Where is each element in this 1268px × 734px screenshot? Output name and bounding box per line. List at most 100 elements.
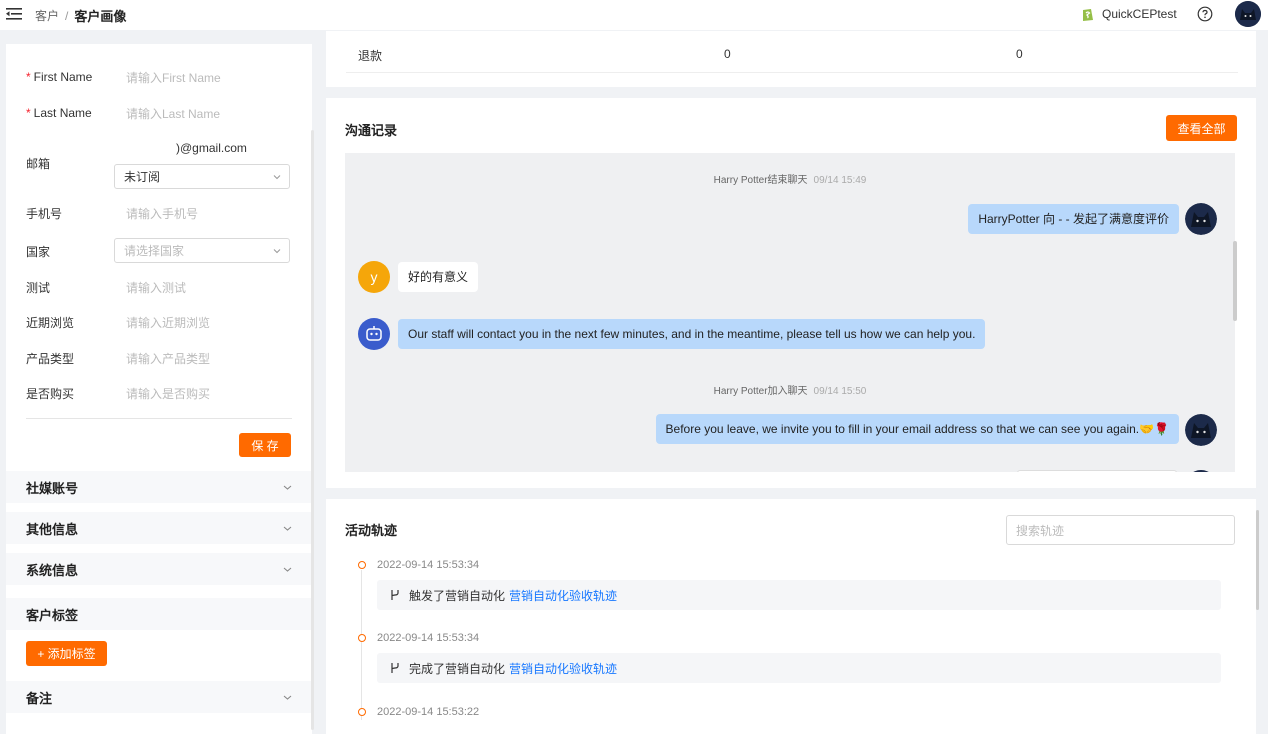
chat-title: 沟通记录 <box>345 123 398 138</box>
menu-fold-icon[interactable] <box>6 7 22 21</box>
user-avatar[interactable] <box>1235 1 1261 27</box>
shop-switcher[interactable]: QuickCEPtest <box>1080 6 1177 22</box>
email-label: 邮箱 <box>26 156 51 171</box>
help-icon[interactable] <box>1197 6 1213 22</box>
recent-browse-row: 近期浏览 请输入近期浏览 <box>26 310 296 334</box>
branch-icon <box>391 590 399 600</box>
agent-avatar <box>1185 470 1217 472</box>
bot-message: Our staff will contact you in the next f… <box>398 319 986 349</box>
last-name-label: Last Name <box>33 106 92 120</box>
activity-action: 触发了营销自动化 <box>409 588 506 603</box>
first-name-input[interactable]: 请输入First Name <box>126 69 296 86</box>
country-placeholder: 请选择国家 <box>124 244 185 258</box>
section-notes[interactable]: 备注 <box>6 681 312 713</box>
activity-action: 完成了营销自动化 <box>409 661 506 676</box>
subscription-select[interactable]: 未订阅 <box>114 164 290 189</box>
agent-avatar <box>1185 203 1217 235</box>
last-name-row: * Last Name 请输入Last Name <box>26 101 296 125</box>
timeline-line <box>361 570 362 720</box>
agent-message: Before you leave, we invite you to fill … <box>655 414 1179 444</box>
recent-browse-input[interactable]: 请输入近期浏览 <box>126 314 296 331</box>
product-type-row: 产品类型 请输入产品类型 <box>26 346 296 370</box>
top-bar: 客户 / 客户画像 QuickCEPtest <box>0 0 1268 30</box>
cat-avatar-icon <box>1185 414 1217 446</box>
bot-avatar <box>358 318 390 350</box>
phone-label: 手机号 <box>26 206 63 221</box>
system-message: Harry Potter加入聊天 09/14 15:50 <box>713 386 867 397</box>
section-social-accounts[interactable]: 社媒账号 <box>6 471 312 503</box>
breadcrumb-separator: / <box>65 8 69 23</box>
purchased-label: 是否购买 <box>26 386 75 401</box>
timeline-dot <box>358 561 366 569</box>
email-value[interactable]: )@gmail.com <box>176 141 247 155</box>
timeline-dot <box>358 708 366 716</box>
section-social-label: 社媒账号 <box>26 480 79 496</box>
chevron-down-icon <box>283 695 292 700</box>
activity-time: 2022-09-14 15:53:34 <box>377 559 480 571</box>
activity-item: 触发了营销自动化 营销自动化验收轨迹 <box>377 580 1221 610</box>
chat-history[interactable]: Harry Potter结束聊天 09/14 15:49 HarryPotter … <box>345 153 1235 472</box>
partial-message <box>1017 470 1177 472</box>
subscription-value: 未订阅 <box>124 170 161 184</box>
agent-avatar <box>1185 414 1217 446</box>
activity-search-input[interactable]: 搜索轨迹 <box>1006 515 1235 545</box>
page-title: 客户画像 <box>74 9 127 24</box>
robot-icon <box>366 326 382 341</box>
save-button[interactable]: 保 存 <box>239 433 291 457</box>
purchased-input[interactable]: 请输入是否购买 <box>126 385 296 402</box>
activity-link[interactable]: 营销自动化验收轨迹 <box>509 660 617 677</box>
view-all-button[interactable]: 查看全部 <box>1166 115 1237 141</box>
test-row: 测试 请输入测试 <box>26 275 296 299</box>
last-name-input[interactable]: 请输入Last Name <box>126 105 296 122</box>
recent-browse-label: 近期浏览 <box>26 315 75 330</box>
country-select[interactable]: 请选择国家 <box>114 238 290 263</box>
refund-label: 退款 <box>358 49 383 63</box>
product-type-label: 产品类型 <box>26 351 75 366</box>
section-other-info[interactable]: 其他信息 <box>6 512 312 544</box>
country-label: 国家 <box>26 244 51 259</box>
chevron-down-icon <box>283 485 292 490</box>
activity-time: 2022-09-14 15:53:22 <box>377 706 480 718</box>
chevron-down-icon <box>283 526 292 531</box>
test-input[interactable]: 请输入测试 <box>126 279 296 296</box>
shop-name: QuickCEPtest <box>1102 7 1177 21</box>
section-customer-tags: 客户标签 <box>6 598 312 630</box>
section-notes-label: 备注 <box>26 690 53 706</box>
refund-row: 退款 0 0 <box>346 40 1238 73</box>
test-label: 测试 <box>26 280 51 295</box>
timeline-dot <box>358 634 366 642</box>
activity-link[interactable]: 营销自动化验收轨迹 <box>509 587 617 604</box>
cat-avatar-icon <box>1235 1 1261 27</box>
phone-input[interactable]: 请输入手机号 <box>126 205 296 222</box>
branch-icon <box>391 663 399 673</box>
phone-row: 手机号 请输入手机号 <box>26 201 296 225</box>
breadcrumb-parent[interactable]: 客户 <box>35 7 59 24</box>
section-tags-label: 客户标签 <box>26 607 79 623</box>
divider <box>26 418 292 419</box>
section-system-info[interactable]: 系统信息 <box>6 553 312 585</box>
chat-scrollbar[interactable] <box>1233 241 1237 321</box>
product-type-input[interactable]: 请输入产品类型 <box>126 350 296 367</box>
left-scrollbar[interactable] <box>311 130 314 730</box>
refund-value-2: 0 <box>1016 47 1023 61</box>
activity-item: 完成了营销自动化 营销自动化验收轨迹 <box>377 653 1221 683</box>
page-scrollbar[interactable] <box>1256 510 1259 610</box>
chevron-down-icon <box>273 175 281 180</box>
customer-avatar: y <box>358 261 390 293</box>
section-other-label: 其他信息 <box>26 521 79 537</box>
section-system-label: 系统信息 <box>26 562 79 578</box>
activity-time: 2022-09-14 15:53:34 <box>377 632 480 644</box>
customer-message: 好的有意义 <box>398 262 479 292</box>
refund-value-1: 0 <box>724 47 731 61</box>
chevron-down-icon <box>273 249 281 254</box>
first-name-row: * First Name 请输入First Name <box>26 65 296 89</box>
shopify-icon <box>1083 9 1093 21</box>
chevron-down-icon <box>283 567 292 572</box>
first-name-label: First Name <box>33 70 93 84</box>
breadcrumb: 客户 / 客户画像 <box>35 6 126 25</box>
purchased-row: 是否购买 请输入是否购买 <box>26 381 296 405</box>
system-message: Harry Potter结束聊天 09/14 15:49 <box>713 175 867 186</box>
add-tag-button[interactable]: + 添加标签 <box>26 641 107 666</box>
activity-title: 活动轨迹 <box>345 523 398 538</box>
agent-message: HarryPotter 向 - - 发起了满意度评价 <box>968 204 1179 234</box>
